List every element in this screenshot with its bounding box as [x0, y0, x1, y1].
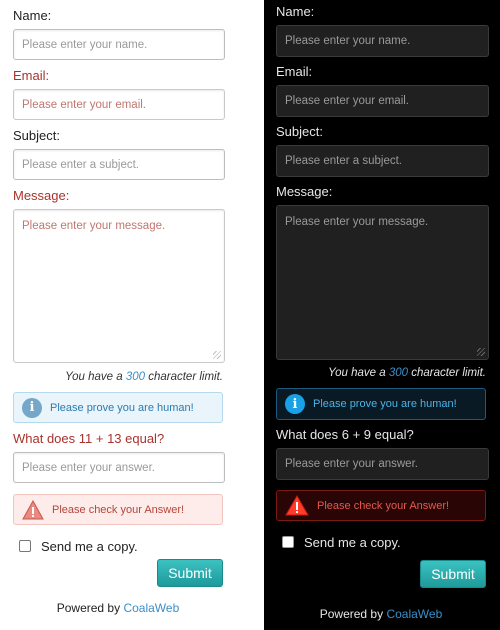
char-limit-text: You have a 300 character limit. — [264, 367, 486, 379]
name-label: Name: — [13, 8, 52, 23]
subject-input[interactable]: Please enter a subject. — [276, 145, 489, 177]
human-notice: i Please prove you are human! — [13, 392, 223, 423]
submit-button[interactable]: Submit — [157, 559, 223, 587]
powered-by: Powered by CoalaWeb — [0, 601, 236, 615]
char-limit-suffix: character limit. — [411, 367, 486, 379]
answer-error-notice: Please check your Answer! — [276, 490, 486, 521]
name-placeholder: Please enter your name. — [285, 35, 411, 47]
dark-contact-form: Name: Please enter your name. Email: Ple… — [264, 0, 500, 630]
subject-placeholder: Please enter a subject. — [285, 155, 402, 167]
char-limit-text: You have a 300 character limit. — [3, 371, 223, 383]
message-placeholder: Please enter your message. — [22, 220, 166, 232]
message-placeholder: Please enter your message. — [285, 216, 429, 228]
char-limit-prefix: You have a — [65, 371, 123, 383]
light-contact-form: Name: Please enter your name. Email: Ple… — [0, 0, 264, 630]
email-label: Email: — [13, 68, 50, 83]
email-placeholder: Please enter your email. — [285, 95, 410, 107]
resize-grip-icon[interactable] — [213, 351, 221, 359]
info-icon: i — [285, 394, 305, 414]
email-input[interactable]: Please enter your email. — [13, 89, 225, 120]
human-notice-text: Please prove you are human! — [50, 401, 194, 414]
subject-label: Subject: — [13, 128, 60, 143]
message-label: Message: — [13, 188, 70, 203]
answer-error-text: Please check your Answer! — [317, 499, 450, 512]
human-notice-text: Please prove you are human! — [313, 398, 457, 410]
powered-prefix: Powered by — [319, 607, 384, 621]
captcha-answer-input[interactable]: Please enter your answer. — [13, 452, 225, 483]
name-placeholder: Please enter your name. — [22, 38, 148, 51]
warning-icon — [22, 499, 44, 519]
powered-prefix: Powered by — [56, 601, 121, 615]
answer-placeholder: Please enter your answer. — [22, 461, 155, 474]
answer-placeholder: Please enter your answer. — [285, 458, 418, 470]
captcha-answer-input[interactable]: Please enter your answer. — [276, 448, 489, 480]
email-placeholder: Please enter your email. — [22, 98, 147, 111]
info-icon: i — [22, 397, 42, 418]
email-label: Email: — [276, 64, 313, 79]
human-notice: i Please prove you are human! — [276, 388, 486, 420]
send-copy-checkbox[interactable] — [19, 540, 31, 552]
send-copy-label: Send me a copy. — [304, 535, 401, 550]
char-limit-value: 300 — [388, 367, 409, 379]
send-copy-checkbox[interactable] — [282, 536, 294, 548]
char-limit-prefix: You have a — [328, 367, 386, 379]
char-limit-suffix: character limit. — [148, 371, 223, 383]
submit-button[interactable]: Submit — [420, 560, 486, 588]
subject-placeholder: Please enter a subject. — [22, 158, 139, 171]
send-copy-label: Send me a copy. — [41, 539, 138, 554]
name-label: Name: — [276, 4, 315, 19]
message-textarea[interactable]: Please enter your message. — [13, 209, 225, 363]
message-label: Message: — [276, 184, 333, 199]
captcha-question: What does 6 + 9 equal? — [276, 427, 414, 442]
resize-grip-icon[interactable] — [477, 348, 485, 356]
captcha-question: What does 11 + 13 equal? — [13, 431, 165, 446]
powered-by: Powered by CoalaWeb — [264, 607, 498, 621]
subject-label: Subject: — [276, 124, 323, 139]
answer-error-text: Please check your Answer! — [52, 503, 185, 516]
message-textarea[interactable]: Please enter your message. — [276, 205, 489, 360]
coalaweb-link[interactable]: CoalaWeb — [123, 601, 179, 615]
char-limit-value: 300 — [125, 371, 146, 383]
subject-input[interactable]: Please enter a subject. — [13, 149, 225, 180]
name-input[interactable]: Please enter your name. — [13, 29, 225, 60]
answer-error-notice: Please check your Answer! — [13, 494, 223, 525]
email-input[interactable]: Please enter your email. — [276, 85, 489, 117]
name-input[interactable]: Please enter your name. — [276, 25, 489, 57]
coalaweb-link[interactable]: CoalaWeb — [386, 607, 442, 621]
warning-icon — [285, 495, 309, 516]
